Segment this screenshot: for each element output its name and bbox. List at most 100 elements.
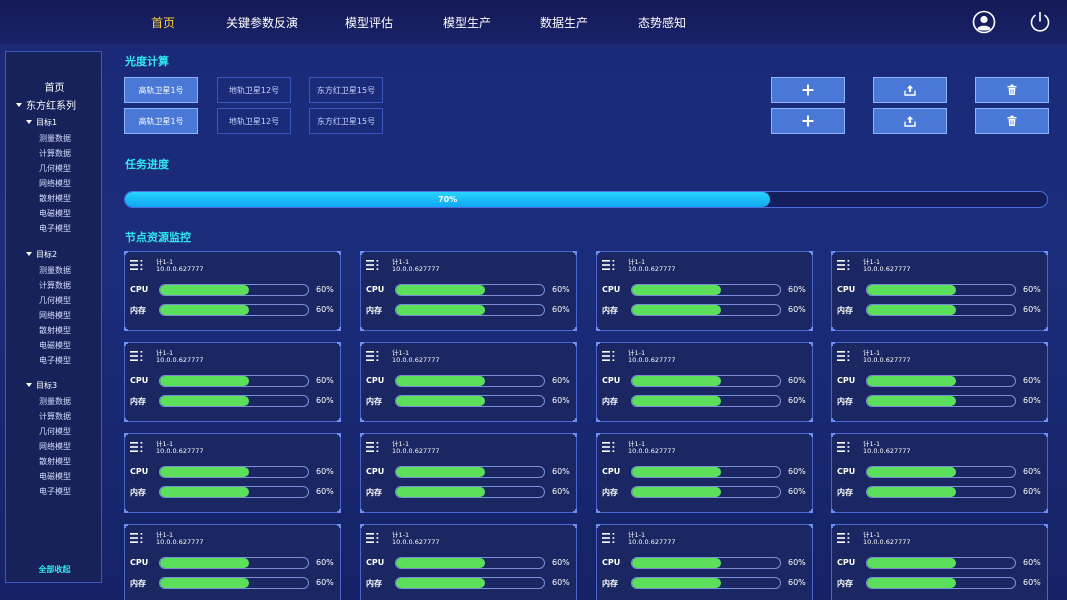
cpu-usage-bar <box>631 375 781 387</box>
sidebar-item-measurement-data[interactable]: 测量数据 <box>39 265 71 276</box>
upload-button[interactable] <box>873 77 947 103</box>
node-ip: 10.0.0.627777 <box>156 447 204 455</box>
upload-button[interactable] <box>873 108 947 134</box>
power-icon[interactable] <box>1028 10 1052 34</box>
nav-key-parameter-inversion[interactable]: 关键参数反演 <box>226 14 298 31</box>
satellite-button[interactable]: 东方红卫星15号 <box>309 108 383 134</box>
sidebar-item-computation-data[interactable]: 计算数据 <box>39 280 71 291</box>
memory-usage-value: 60% <box>316 396 334 405</box>
sidebar-item-electronic-model[interactable]: 电子模型 <box>39 355 71 366</box>
node-ip: 10.0.0.627777 <box>863 538 911 546</box>
menu-icon[interactable] <box>130 259 144 271</box>
card-corner <box>809 327 813 331</box>
satellite-button[interactable]: 地轨卫星12号 <box>217 108 291 134</box>
menu-icon[interactable] <box>130 532 144 544</box>
sidebar-item-target-3[interactable]: 目标3 <box>26 380 57 391</box>
menu-icon[interactable] <box>130 350 144 362</box>
node-card: 计1-1 10.0.0.627777 CPU 60% 内存 60% <box>831 433 1048 513</box>
sidebar-item-network-model[interactable]: 网络模型 <box>39 441 71 452</box>
sidebar-item-electromagnetic-model[interactable]: 电磁模型 <box>39 340 71 351</box>
menu-icon[interactable] <box>602 350 616 362</box>
menu-icon[interactable] <box>602 441 616 453</box>
nav-home[interactable]: 首页 <box>151 14 175 31</box>
satellite-button[interactable]: 高轨卫星1号 <box>124 77 198 103</box>
node-card: 计1-1 10.0.0.627777 CPU 60% 内存 60% <box>831 251 1048 331</box>
collapse-all-button[interactable]: 全部收起 <box>6 564 103 575</box>
card-corner <box>124 433 128 437</box>
sidebar-item-computation-data[interactable]: 计算数据 <box>39 148 71 159</box>
sidebar-target-label: 目标2 <box>36 250 58 259</box>
sidebar-item-network-model[interactable]: 网络模型 <box>39 310 71 321</box>
memory-usage-value: 60% <box>552 578 570 587</box>
memory-usage-fill <box>632 396 721 406</box>
menu-icon[interactable] <box>602 532 616 544</box>
cpu-usage-fill <box>160 558 249 568</box>
caret-down-icon <box>16 103 22 107</box>
memory-label: 内存 <box>837 306 853 315</box>
nav-data-production[interactable]: 数据生产 <box>540 14 588 31</box>
photometry-title: 光度计算 <box>125 55 169 68</box>
memory-usage-fill <box>867 487 956 497</box>
trash-icon <box>1007 115 1017 126</box>
sidebar-item-target-1[interactable]: 目标1 <box>26 117 57 128</box>
card-corner <box>596 251 600 255</box>
sidebar-item-scattering-model[interactable]: 散射模型 <box>39 456 71 467</box>
sidebar-item-series[interactable]: 东方红系列 <box>16 97 76 112</box>
memory-label: 内存 <box>366 579 382 588</box>
sidebar-item-electromagnetic-model[interactable]: 电磁模型 <box>39 208 71 219</box>
nav-situation-awareness[interactable]: 态势感知 <box>638 14 686 31</box>
add-button[interactable] <box>771 77 845 103</box>
nav-model-production[interactable]: 模型生产 <box>443 14 491 31</box>
menu-icon[interactable] <box>366 259 380 271</box>
add-button[interactable] <box>771 108 845 134</box>
menu-icon[interactable] <box>837 532 851 544</box>
sidebar-item-geometry-model[interactable]: 几何模型 <box>39 163 71 174</box>
delete-button[interactable] <box>975 108 1049 134</box>
menu-icon[interactable] <box>837 441 851 453</box>
memory-usage-value: 60% <box>788 396 806 405</box>
memory-usage-value: 60% <box>1023 578 1041 587</box>
card-corner <box>337 433 341 437</box>
card-corner <box>809 418 813 422</box>
upload-icon <box>904 116 916 127</box>
sidebar-item-target-2[interactable]: 目标2 <box>26 249 57 260</box>
menu-icon[interactable] <box>602 259 616 271</box>
sidebar-item-measurement-data[interactable]: 测量数据 <box>39 396 71 407</box>
node-card: 计1-1 10.0.0.627777 CPU 60% 内存 60% <box>596 433 813 513</box>
menu-icon[interactable] <box>366 532 380 544</box>
sidebar-item-electronic-model[interactable]: 电子模型 <box>39 486 71 497</box>
nav-model-evaluation[interactable]: 模型评估 <box>345 14 393 31</box>
menu-icon[interactable] <box>130 441 144 453</box>
card-corner <box>124 418 128 422</box>
menu-icon[interactable] <box>366 350 380 362</box>
satellite-button[interactable]: 东方红卫星15号 <box>309 77 383 103</box>
sidebar-item-geometry-model[interactable]: 几何模型 <box>39 426 71 437</box>
delete-button[interactable] <box>975 77 1049 103</box>
menu-icon[interactable] <box>366 441 380 453</box>
satellite-button[interactable]: 高轨卫星1号 <box>124 108 198 134</box>
card-corner <box>596 418 600 422</box>
sidebar-item-network-model[interactable]: 网络模型 <box>39 178 71 189</box>
sidebar-item-geometry-model[interactable]: 几何模型 <box>39 295 71 306</box>
sidebar-item-home[interactable]: 首页 <box>6 79 103 94</box>
cpu-usage-fill <box>160 285 249 295</box>
node-card: 计1-1 10.0.0.627777 CPU 60% 内存 60% <box>360 524 577 600</box>
card-corner <box>831 342 835 346</box>
cpu-label: CPU <box>366 285 385 294</box>
cpu-label: CPU <box>130 558 149 567</box>
top-nav-bar: 首页 关键参数反演 模型评估 模型生产 数据生产 态势感知 <box>0 0 1067 44</box>
menu-icon[interactable] <box>837 259 851 271</box>
plus-icon <box>802 84 814 96</box>
sidebar-item-measurement-data[interactable]: 测量数据 <box>39 133 71 144</box>
cpu-usage-bar <box>159 557 309 569</box>
sidebar-item-scattering-model[interactable]: 散射模型 <box>39 193 71 204</box>
cpu-usage-value: 60% <box>788 285 806 294</box>
user-icon[interactable] <box>972 10 996 34</box>
satellite-button[interactable]: 地轨卫星12号 <box>217 77 291 103</box>
sidebar-item-electromagnetic-model[interactable]: 电磁模型 <box>39 471 71 482</box>
menu-icon[interactable] <box>837 350 851 362</box>
sidebar-item-scattering-model[interactable]: 散射模型 <box>39 325 71 336</box>
sidebar-item-electronic-model[interactable]: 电子模型 <box>39 223 71 234</box>
cpu-usage-fill <box>867 467 956 477</box>
sidebar-item-computation-data[interactable]: 计算数据 <box>39 411 71 422</box>
